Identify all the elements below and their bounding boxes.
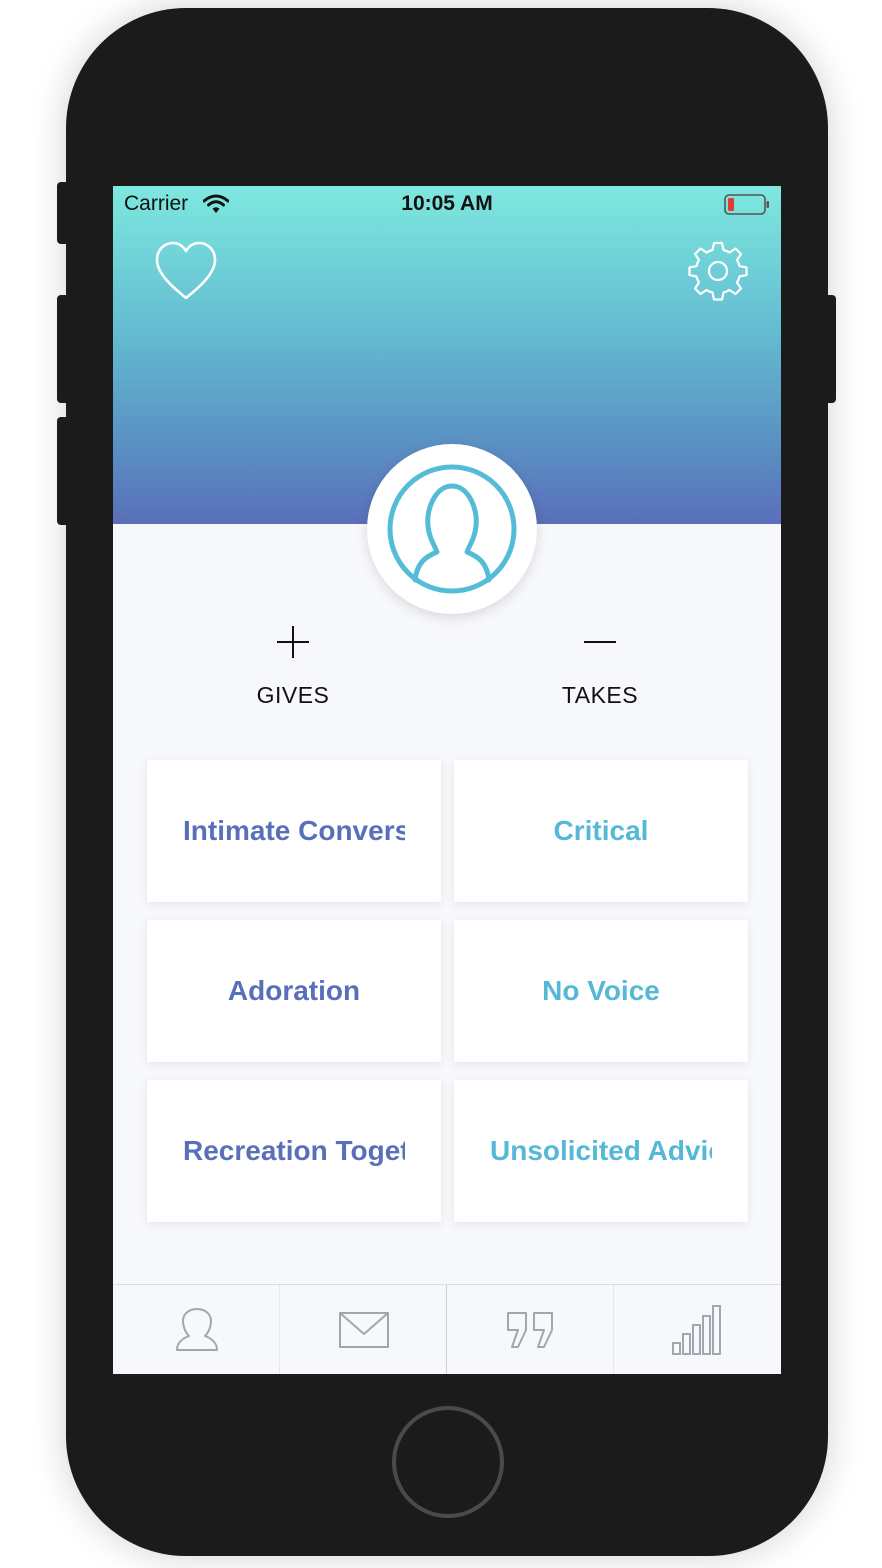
battery-icon (724, 194, 769, 215)
plus-icon[interactable] (193, 616, 393, 668)
home-button[interactable] (392, 1406, 504, 1518)
card-label: Unsolicited Advice (490, 1135, 712, 1166)
takes-counter: TAKES (500, 616, 700, 709)
tab-bar (113, 1284, 781, 1374)
volume-down-button (57, 417, 69, 525)
card-label: No Voice (542, 975, 660, 1006)
clock: 10:05 AM (401, 192, 493, 215)
takes-label: TAKES (561, 682, 639, 708)
tab-stats[interactable] (614, 1285, 781, 1374)
avatar[interactable] (367, 444, 537, 614)
mail-icon (338, 1312, 389, 1348)
gives-counter: GIVES (193, 616, 393, 709)
volume-up-button (57, 295, 69, 403)
quote-icon (506, 1312, 553, 1348)
takes-card-3[interactable]: Unsolicited Advice (454, 1080, 748, 1222)
card-label: Recreation Together (183, 1135, 405, 1166)
minus-icon[interactable] (500, 616, 700, 668)
takes-card-2[interactable]: No Voice (454, 920, 748, 1062)
gives-label: GIVES (256, 682, 330, 708)
card-label: Intimate Conversation (183, 815, 405, 846)
app-screen: Carrier 10:05 AM GIVES TAKES Intimate Co… (113, 186, 781, 1374)
takes-card-1[interactable]: Critical (454, 760, 748, 902)
stats-icon (671, 1305, 721, 1355)
tab-quotes[interactable] (447, 1285, 614, 1374)
status-bar: Carrier 10:05 AM (113, 186, 781, 222)
card-label: Critical (553, 815, 649, 846)
heart-icon[interactable] (153, 240, 219, 302)
gives-card-3[interactable]: Recreation Together (147, 1080, 441, 1222)
profile-icon (175, 1308, 218, 1351)
mute-switch (57, 182, 69, 244)
user-avatar-icon (387, 464, 517, 594)
power-button (824, 295, 836, 403)
gives-card-1[interactable]: Intimate Conversation (147, 760, 441, 902)
tab-mail[interactable] (280, 1285, 447, 1374)
tab-profile[interactable] (113, 1285, 280, 1374)
gear-icon[interactable] (687, 240, 749, 302)
card-label: Adoration (227, 975, 361, 1006)
gives-card-2[interactable]: Adoration (147, 920, 441, 1062)
